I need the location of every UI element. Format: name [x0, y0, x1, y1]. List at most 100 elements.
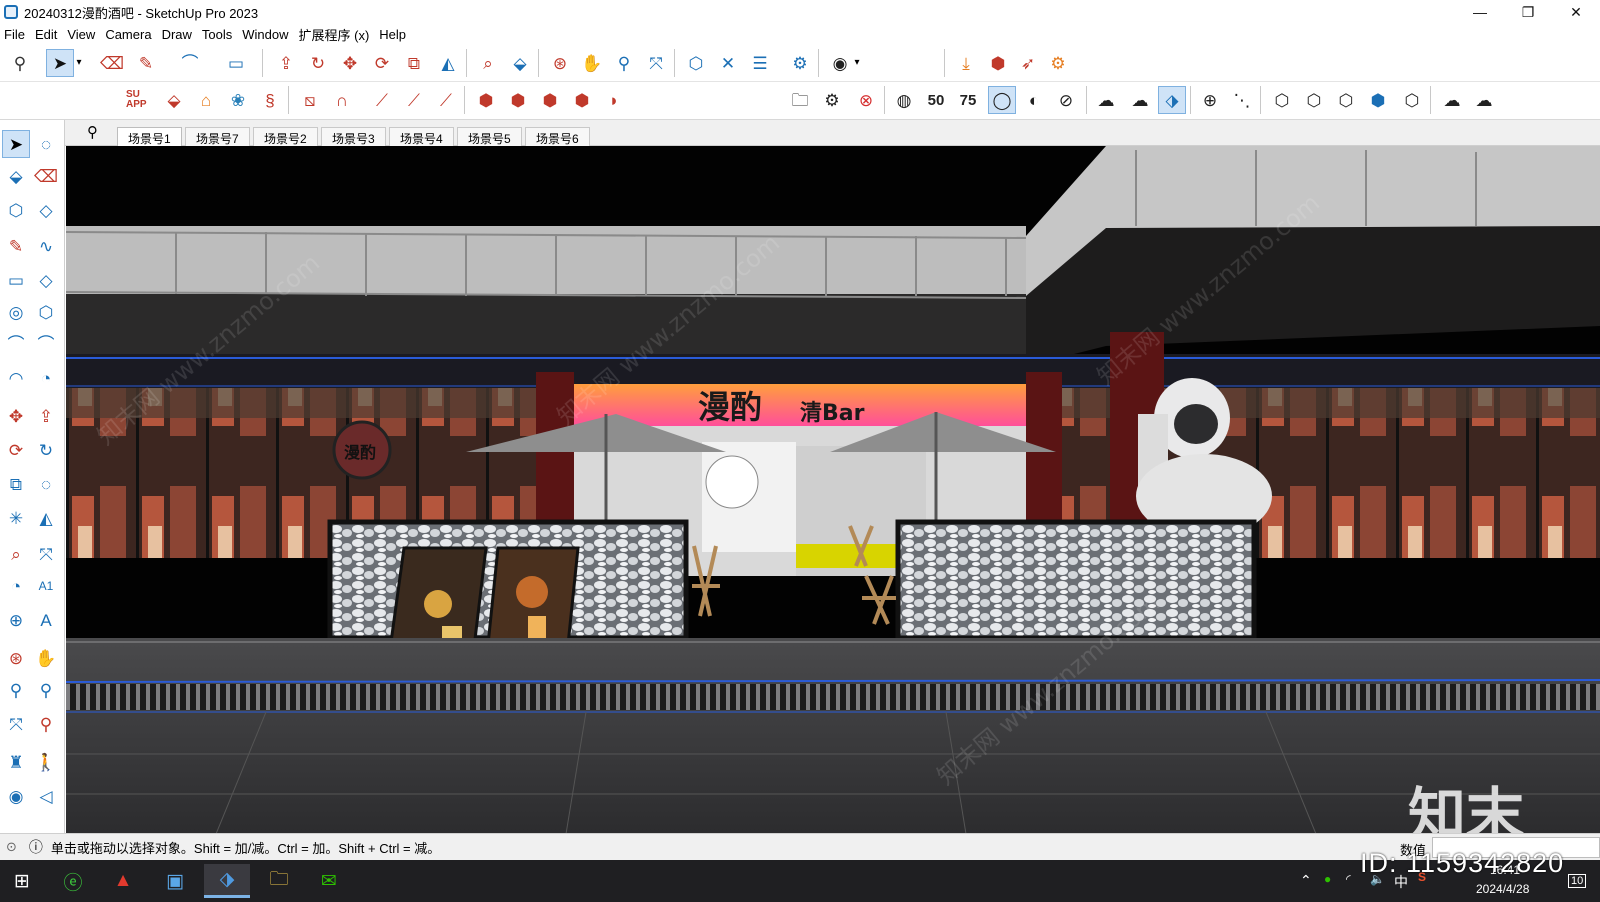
start-windows-icon[interactable]: ⊞ — [0, 864, 44, 898]
lasso-icon[interactable]: ◌ — [32, 130, 60, 158]
components-icon[interactable]: ⬡ — [682, 49, 710, 77]
tool-a-icon[interactable]: ⧅ — [296, 86, 324, 114]
layers-icon[interactable]: ☰ — [746, 49, 774, 77]
su-app-button[interactable]: SU APP — [126, 86, 158, 114]
tape-measure-icon[interactable]: ⌕ — [474, 49, 502, 77]
menu-help[interactable]: Help — [379, 27, 406, 42]
tool-b-icon[interactable]: ⟋ — [368, 86, 396, 114]
network-icon[interactable]: ◜ — [1346, 872, 1351, 886]
three-point-arc-icon[interactable]: ◠ — [2, 364, 30, 392]
scene-tab-1[interactable]: 场景号1 — [117, 127, 182, 146]
info-icon[interactable]: ⓘ — [29, 837, 43, 857]
cloud-sync-b-icon[interactable]: ☁ — [1470, 86, 1498, 114]
rectangle-tool-icon[interactable]: ▭ — [222, 49, 250, 77]
roof-icon[interactable]: ⌂ — [192, 86, 220, 114]
tape-icon[interactable]: ⌕ — [2, 540, 30, 568]
tool-g-icon[interactable]: ⬢ — [536, 86, 564, 114]
zoom-extents-icon[interactable]: ⤧ — [642, 49, 670, 77]
push-pull-icon[interactable]: ⇪ — [272, 49, 300, 77]
chevron-down-icon[interactable]: ▾ — [72, 49, 86, 77]
active-render-icon[interactable]: ⬗ — [1158, 86, 1186, 114]
sandbox-icon[interactable]: ✕ — [714, 49, 742, 77]
eraser-icon[interactable]: ⌫ — [98, 49, 126, 77]
zoom-icon[interactable]: ⚲ — [2, 676, 30, 704]
cancel-icon[interactable]: ⊗ — [852, 86, 880, 114]
import-icon[interactable]: ⤓ — [952, 49, 980, 77]
section-plane-icon[interactable]: ◁ — [32, 782, 60, 810]
arc-icon[interactable]: ⌒ — [2, 330, 30, 358]
scene-tab-2[interactable]: 场景号2 — [253, 127, 318, 146]
scene-tab-5[interactable]: 场景号5 — [457, 127, 522, 146]
magnet-icon[interactable]: ∩ — [328, 86, 356, 114]
menu-view[interactable]: View — [67, 27, 95, 42]
menu-extensions[interactable]: 扩展程序 (x) — [299, 25, 370, 44]
arc-tool-icon[interactable]: ⌒ — [176, 49, 204, 77]
geo-location-icon[interactable]: ⊙ — [6, 839, 17, 855]
protractor-icon[interactable]: ◔ — [2, 572, 30, 600]
tool-c-icon[interactable]: ⟋ — [400, 86, 428, 114]
autocad-icon[interactable]: ▲ — [100, 864, 146, 898]
hatch-icon[interactable]: ⊘ — [1052, 86, 1080, 114]
scale-icon[interactable]: ⧉ — [400, 49, 428, 77]
walk-icon[interactable]: 🚶 — [32, 748, 60, 776]
circle-icon[interactable]: ◎ — [2, 298, 30, 326]
zoom-extents-icon[interactable]: ⤧ — [2, 710, 30, 738]
polygon-icon[interactable]: ⬡ — [32, 298, 60, 326]
drop-icon[interactable]: ◯ — [988, 86, 1016, 114]
tool-d-icon[interactable]: ⟋ — [432, 86, 460, 114]
rotate-icon[interactable]: ⟳ — [368, 49, 396, 77]
photos-icon[interactable]: ▣ — [152, 864, 198, 898]
dimension-icon[interactable]: ⤧ — [32, 540, 60, 568]
move-icon[interactable]: ✥ — [2, 402, 30, 430]
tray-wechat-icon[interactable]: ● — [1324, 872, 1331, 886]
menu-edit[interactable]: Edit — [35, 27, 57, 42]
pan-icon[interactable]: ✋ — [578, 49, 606, 77]
warehouse-icon[interactable]: ⬢ — [984, 49, 1012, 77]
render-icon[interactable]: ◍ — [890, 86, 918, 114]
chevron-down-icon[interactable]: ▾ — [850, 49, 864, 77]
add-point-icon[interactable]: ⊕ — [1196, 86, 1224, 114]
notification-badge[interactable]: 10 — [1568, 874, 1587, 888]
menu-draw[interactable]: Draw — [162, 27, 192, 42]
mirror-icon[interactable]: ◭ — [32, 504, 60, 532]
quality-50-button[interactable]: 50 — [922, 86, 950, 114]
text-tool-icon[interactable]: A1 — [32, 572, 60, 600]
select-arrow-icon[interactable]: ➤ — [2, 130, 30, 158]
file-explorer-icon[interactable]: 🗀 — [256, 864, 302, 898]
paint-bucket-icon[interactable]: ⬙ — [506, 49, 534, 77]
hex-e-icon[interactable]: ⬡ — [1398, 86, 1426, 114]
cloud-download-icon[interactable]: ☁ — [1126, 86, 1154, 114]
scale-icon[interactable]: ⧉ — [2, 470, 30, 498]
stairs-icon[interactable]: § — [256, 86, 284, 114]
model-viewport[interactable]: 漫酌 清Bar 漫酌 知末网 www.znzmo.com 知末网 www.znz… — [66, 146, 1600, 834]
freehand-icon[interactable]: ∿ — [32, 232, 60, 260]
cloud-close-icon[interactable]: ☁ — [1092, 86, 1120, 114]
3d-text-icon[interactable]: A — [32, 606, 60, 634]
settings-icon[interactable]: ⚙ — [818, 86, 846, 114]
pie-icon[interactable]: ◔ — [32, 364, 60, 392]
flip-icon[interactable]: ✳ — [2, 504, 30, 532]
look-around-icon[interactable]: ◉ — [2, 782, 30, 810]
zoom-window-icon[interactable]: ⚲ — [32, 676, 60, 704]
tool-e-icon[interactable]: ⬢ — [472, 86, 500, 114]
flower-icon[interactable]: ❀ — [224, 86, 252, 114]
rocket-icon[interactable]: ➶ — [1014, 49, 1042, 77]
rectangle-icon[interactable]: ▭ — [2, 266, 30, 294]
offset-icon[interactable]: ◌ — [32, 470, 60, 498]
wechat-icon[interactable]: ✉ — [306, 864, 352, 898]
eraser-icon[interactable]: ⌫ — [32, 162, 60, 190]
tool-f-icon[interactable]: ⬢ — [504, 86, 532, 114]
line-dotted-icon[interactable]: ⋱ — [1228, 86, 1256, 114]
gear-icon[interactable]: ⚙ — [1044, 49, 1072, 77]
restore-button[interactable]: ❐ — [1504, 0, 1552, 24]
cloud-sync-a-icon[interactable]: ☁ — [1438, 86, 1466, 114]
tag-icon[interactable]: ◇ — [32, 196, 60, 224]
box-icon[interactable]: ⬙ — [160, 86, 188, 114]
quality-75-button[interactable]: 75 — [954, 86, 982, 114]
paint-icon[interactable]: ⬙ — [2, 162, 30, 190]
rotate-icon[interactable]: ⟳ — [2, 436, 30, 464]
search-icon[interactable]: ⚲ — [6, 49, 34, 77]
menu-file[interactable]: File — [4, 27, 25, 42]
sketchup-taskbar-icon[interactable]: ⬗ — [204, 864, 250, 898]
scene-tab-7[interactable]: 场景号7 — [185, 127, 250, 146]
